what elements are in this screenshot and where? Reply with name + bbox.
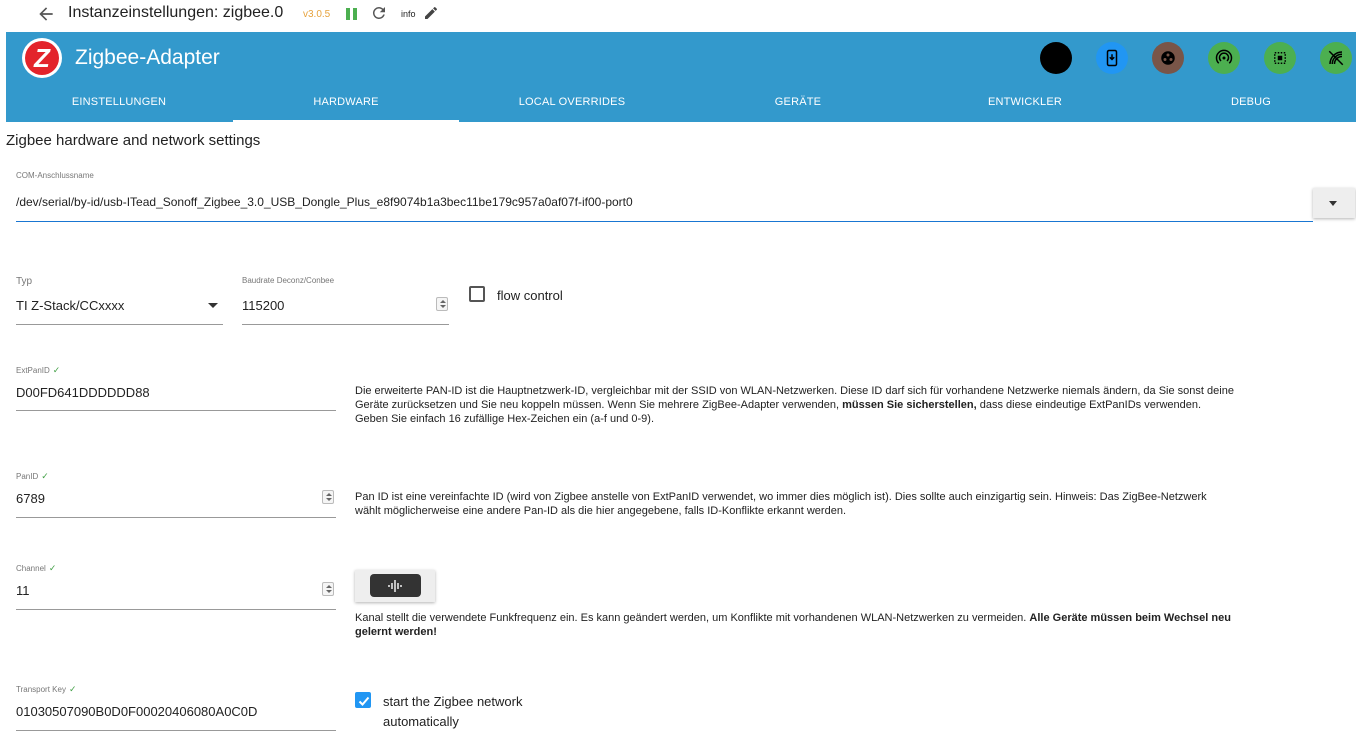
- app-header: Z Zigbee-Adapter EINSTELLUNGEN HARDWARE …: [6, 32, 1356, 122]
- baudrate-stepper[interactable]: [436, 297, 448, 311]
- tab-einstellungen[interactable]: EINSTELLUNGEN: [6, 90, 232, 122]
- autostart-label-2: automatically: [383, 714, 459, 729]
- panid-stepper[interactable]: [322, 490, 334, 504]
- extpanid-desc-bold: müssen Sie sicherstellen,: [842, 399, 977, 411]
- tab-hardware[interactable]: HARDWARE: [233, 90, 459, 122]
- edit-pencil-icon[interactable]: [423, 5, 439, 21]
- version-label: v3.0.5: [303, 9, 331, 20]
- log-level-label: info: [401, 9, 416, 19]
- broadcast-icon[interactable]: [1208, 42, 1240, 74]
- panid-description: Pan ID ist eine vereinfachte ID (wird vo…: [355, 491, 1207, 517]
- caret-down-icon: [1329, 201, 1337, 206]
- tab-entwickler[interactable]: ENTWICKLER: [912, 90, 1138, 122]
- typ-caret-icon[interactable]: [208, 303, 218, 308]
- typ-label: Typ: [16, 276, 33, 287]
- channel-scan-button[interactable]: [355, 570, 435, 602]
- tab-local-overrides[interactable]: LOCAL OVERRIDES: [459, 90, 685, 122]
- download-device-icon[interactable]: [1096, 42, 1128, 74]
- check-icon: ✓: [52, 365, 61, 375]
- typ-underline: [16, 324, 223, 325]
- check-icon: ✓: [41, 471, 49, 481]
- channel-desc-1: Kanal stellt die verwendete Funkfrequenz…: [355, 612, 1030, 624]
- typ-select[interactable]: TI Z-Stack/CCxxxx: [16, 298, 124, 313]
- extpanid-input[interactable]: D00FD641DDDDDD88: [16, 385, 150, 400]
- instance-settings-bar: Instanzeinstellungen: zigbee.0 v3.0.5 in…: [0, 0, 1356, 30]
- check-icon: ✓: [68, 684, 77, 694]
- extpanid-label: ExtPanID ✓: [16, 365, 60, 376]
- zigbee-logo-icon: Z: [22, 38, 62, 78]
- extpanid-description: Die erweiterte PAN-ID ist die Hauptnetzw…: [355, 384, 1235, 426]
- memory-chip-icon[interactable]: [1264, 42, 1296, 74]
- section-title: Zigbee hardware and network settings: [6, 132, 261, 149]
- signal-off-icon[interactable]: [1320, 42, 1352, 74]
- com-port-underline: [16, 221, 1313, 222]
- back-arrow-icon[interactable]: [36, 4, 56, 24]
- baudrate-underline: [242, 324, 449, 325]
- reload-icon[interactable]: [370, 4, 388, 22]
- transport-key-label-text: Transport Key: [16, 685, 66, 694]
- transport-key-input[interactable]: 01030507090B0D0F00020406080A0C0D: [16, 704, 257, 719]
- transport-key-label: Transport Key ✓: [16, 684, 77, 695]
- panid-underline: [16, 517, 336, 518]
- channel-underline: [16, 609, 336, 610]
- pause-icon[interactable]: [345, 6, 359, 22]
- checkmark-icon: [358, 696, 370, 706]
- extpanid-label-text: ExtPanID: [16, 366, 50, 375]
- panid-input[interactable]: 6789: [16, 491, 45, 506]
- channel-scan-button-inner: [370, 574, 421, 597]
- channel-label: Channel ✓: [16, 563, 56, 574]
- page-title: Instanzeinstellungen: zigbee.0: [68, 4, 284, 21]
- flow-control-checkbox[interactable]: [469, 286, 485, 302]
- baudrate-input[interactable]: 115200: [242, 298, 284, 313]
- baudrate-label: Baudrate Deconz/Conbee: [242, 276, 335, 285]
- channel-input[interactable]: 11: [16, 583, 30, 598]
- black-circle-icon[interactable]: [1040, 42, 1072, 74]
- app-title: Zigbee-Adapter: [75, 46, 220, 69]
- com-port-dropdown-button[interactable]: [1313, 188, 1355, 218]
- autostart-checkbox[interactable]: [355, 692, 371, 708]
- tab-bar: EINSTELLUNGEN HARDWARE LOCAL OVERRIDES G…: [6, 90, 1356, 122]
- extpanid-underline: [16, 410, 336, 411]
- tab-geraete[interactable]: GERÄTE: [685, 90, 911, 122]
- channel-stepper[interactable]: [322, 582, 334, 596]
- group-icon[interactable]: [1152, 42, 1184, 74]
- panid-label: PanID ✓: [16, 471, 49, 482]
- transport-key-underline: [16, 730, 336, 731]
- com-port-label: COM-Anschlussname: [16, 171, 94, 180]
- tab-debug[interactable]: DEBUG: [1138, 90, 1356, 122]
- flow-control-label: flow control: [497, 288, 563, 303]
- autostart-label-1: start the Zigbee network: [383, 694, 523, 709]
- channel-label-text: Channel: [16, 564, 46, 573]
- com-port-input[interactable]: /dev/serial/by-id/usb-ITead_Sonoff_Zigbe…: [16, 195, 633, 209]
- channel-description: Kanal stellt die verwendete Funkfrequenz…: [355, 611, 1235, 639]
- check-icon: ✓: [48, 563, 57, 573]
- waveform-icon: [388, 580, 402, 592]
- panid-label-text: PanID: [16, 472, 39, 481]
